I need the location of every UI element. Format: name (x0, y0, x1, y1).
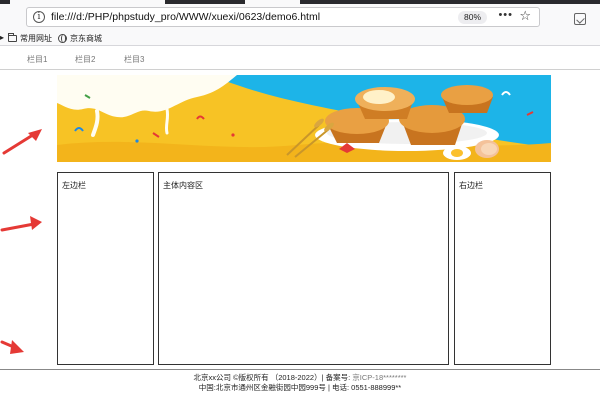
bookmark-overflow-icon: ▸ (0, 33, 5, 42)
folder-icon (8, 33, 17, 42)
banner-illustration (57, 75, 551, 162)
bookmark-label: 京东商城 (70, 34, 102, 43)
footer-copyright: 北京xx公司 ©版权所有 （2018-2022）| 备案号: 京ICP-18**… (0, 373, 600, 383)
nav-item-3[interactable]: 栏目3 (124, 54, 144, 65)
extension-icon[interactable] (574, 13, 586, 25)
footer-icp-number: 京ICP-18******** (352, 373, 407, 382)
url-text[interactable]: file:///d:/PHP/phpstudy_pro/WWW/xuexi/06… (51, 11, 320, 23)
bookmark-star-icon[interactable]: ☆ (519, 8, 531, 24)
annotation-arrow-icon (2, 129, 42, 155)
web-page: 栏目1 栏目2 栏目3 左边栏 主体内容区 右边栏 北京xx公司 ©版权所有 （… (0, 47, 600, 400)
address-bar[interactable]: i file:///d:/PHP/phpstudy_pro/WWW/xuexi/… (26, 7, 540, 27)
annotation-arrow-icon (0, 340, 24, 354)
banner-image (57, 75, 551, 162)
info-icon[interactable]: i (33, 11, 45, 23)
browser-toolbar: i file:///d:/PHP/phpstudy_pro/WWW/xuexi/… (0, 4, 600, 30)
footer-address: 中国:北京市通州区金融街园中园999号 | 电话: 0551-888999** (198, 383, 402, 392)
main-content: 主体内容区 (158, 172, 449, 365)
left-sidebar-label: 左边栏 (62, 181, 86, 190)
nav-bar: 栏目1 栏目2 栏目3 (0, 47, 600, 70)
bookmark-jd-mall[interactable]: 京东商城 (58, 33, 102, 44)
annotation-arrow-icon (0, 216, 42, 232)
globe-icon (58, 34, 67, 43)
bookmarks-toolbar: ▸ 常用网址 京东商城 (0, 30, 600, 46)
right-sidebar-label: 右边栏 (459, 181, 483, 190)
zoom-badge[interactable]: 80% (457, 11, 487, 24)
left-sidebar: 左边栏 (57, 172, 154, 365)
nav-item-1[interactable]: 栏目1 (27, 54, 47, 65)
bookmark-label: 常用网址 (20, 34, 52, 43)
bookmark-common-sites[interactable]: 常用网址 (8, 33, 52, 44)
bookmark-overflow[interactable]: ▸ (0, 33, 4, 42)
main-content-label: 主体内容区 (163, 181, 203, 190)
page-footer: 北京xx公司 ©版权所有 （2018-2022）| 备案号: 京ICP-18**… (0, 369, 600, 400)
nav-item-2[interactable]: 栏目2 (75, 54, 95, 65)
footer-copyright-text: 北京xx公司 ©版权所有 （2018-2022）| 备案号: (193, 373, 353, 382)
right-sidebar: 右边栏 (454, 172, 551, 365)
more-actions-icon[interactable]: ••• (498, 9, 513, 21)
